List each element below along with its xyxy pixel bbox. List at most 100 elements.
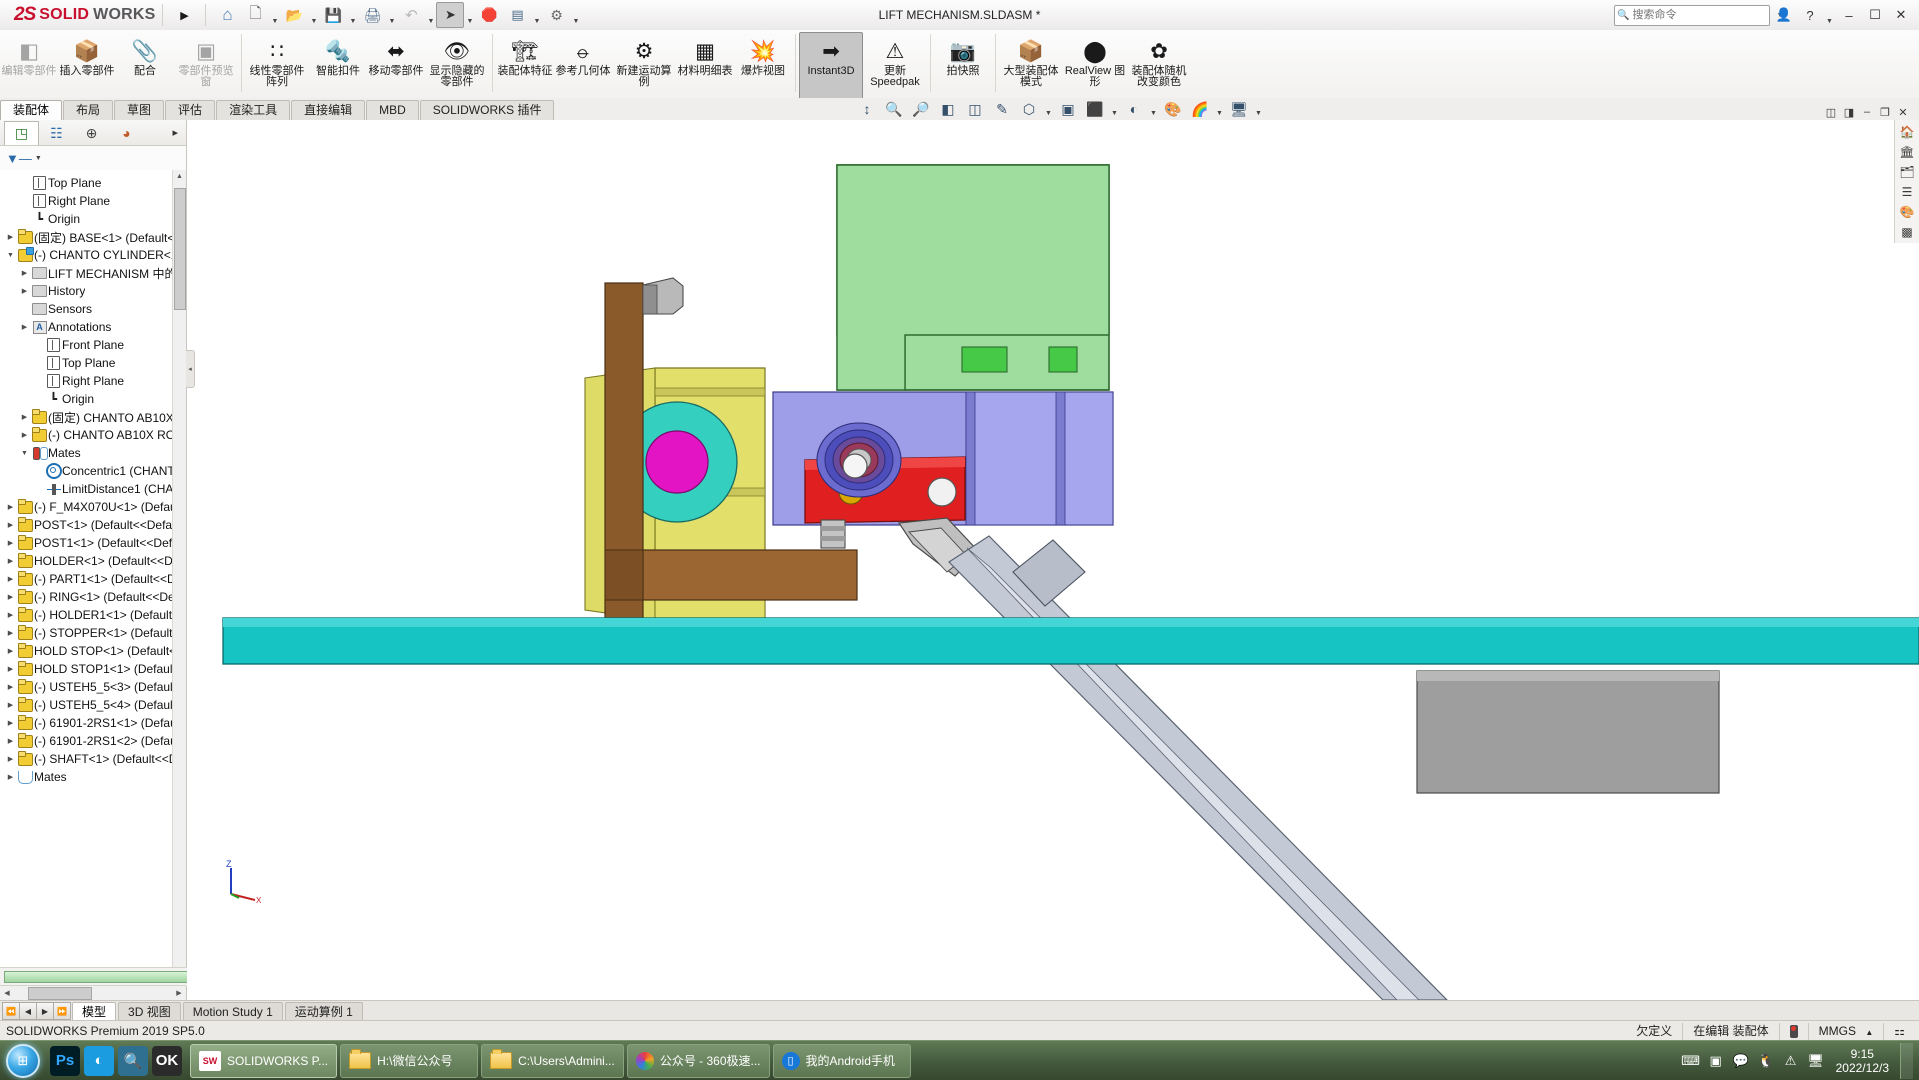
keyboard-layout-icon[interactable]: ⌨ [1681,1052,1700,1070]
display-manager-tab[interactable]: ◕ [109,121,144,145]
tree-node[interactable]: ▶ (固定) BASE<1> (Default<<[ [0,228,186,246]
taskbar-android-phone[interactable]: ▯ 我的Android手机 [772,1043,911,1078]
tree-node[interactable]: ▶ Mates [0,768,186,786]
display-monitor-dropdown[interactable]: ▼ [1254,97,1263,121]
tree-expand-arrow-icon[interactable]: ▶ [4,521,17,529]
undo-icon[interactable]: ↶ [397,2,425,28]
print-dropdown[interactable]: ▼ [386,1,397,30]
tree-node[interactable]: ▶ (-) CHANTO AB10X ROD [0,426,186,444]
warning-app-icon[interactable]: ⚠ [1782,1052,1800,1070]
network-icon[interactable]: 🖥 [1807,1052,1825,1070]
save-dropdown[interactable]: ▼ [347,1,358,30]
previous-view-icon[interactable]: 🔎 [909,98,933,120]
apply-scene-icon[interactable]: ⬛ [1083,98,1107,120]
doc-minimize-icon[interactable]: – [1859,104,1875,120]
tab-motion-study-1[interactable]: Motion Study 1 [182,1001,283,1021]
tab-3d-views[interactable]: 3D 视图 [118,1001,181,1021]
tab-sketch[interactable]: 草图 [114,100,165,120]
tree-expand-arrow-icon[interactable]: ▶ [4,665,17,673]
tree-expand-arrow-icon[interactable]: ▶ [4,755,17,763]
tree-node[interactable]: ▼ (-) CHANTO CYLINDER<1> [0,246,186,264]
print-icon[interactable]: 🖨 [358,2,386,28]
tree-split-bar[interactable] [0,967,194,986]
ribbon-button-exploded-view[interactable]: 💥 爆炸视图 [734,32,792,101]
ribbon-button-new-motion-study[interactable]: ⚙ 新建运动算例 [612,32,676,101]
taskbar-solidworks[interactable]: SW SOLIDWORKS P... [190,1043,338,1078]
tree-node[interactable]: ▶ (固定) CHANTO AB10X ( [0,408,186,426]
feature-tree-scroll-area[interactable]: Top Plane Right Plane ┗ Origin ▶ (固定) BASE<1>… [0,170,186,968]
tree-collapse-arrow-icon[interactable]: ▼ [4,252,17,259]
start-button[interactable]: ⊞ [0,1043,46,1079]
file-properties-dropdown[interactable]: ▼ [531,1,542,30]
magnifier-icon[interactable]: 🔍 [118,1045,148,1076]
search-input[interactable] [1629,8,1777,22]
ribbon-button-mate[interactable]: 📎 配合 [116,32,174,101]
taskbar-explorer-users[interactable]: C:\Users\Admini... [481,1043,624,1078]
units-caret-icon[interactable]: ▲ [1865,1028,1873,1037]
tile-pane-icon[interactable]: ◨ [1841,104,1857,120]
panel-expand-arrow-icon[interactable]: ▸ [172,126,186,139]
tree-node[interactable]: Top Plane [0,354,186,372]
tree-node[interactable]: ▶ (-) STOPPER<1> (Default<< [0,624,186,642]
units-selector[interactable]: MMGS ▲ [1807,1022,1884,1040]
view-settings-icon[interactable]: ◐ [1122,98,1146,120]
ribbon-button-update-speedpak[interactable]: ⚠ 更新 Speedpak [863,32,927,101]
tree-expand-arrow-icon[interactable]: ▶ [4,233,17,241]
display-style-icon[interactable]: ✎ [990,98,1014,120]
tree-collapse-arrow-icon[interactable]: ▼ [18,450,31,457]
zoom-to-area-icon[interactable]: 🔍 [882,98,906,120]
qq-icon[interactable]: 🐧 [1757,1052,1775,1070]
ribbon-button-smart-fasteners[interactable]: 🔩 智能扣件 [309,32,367,101]
hide-show-items-icon[interactable]: ⬡ [1017,98,1041,120]
split-handle[interactable] [4,971,190,983]
tree-expand-arrow-icon[interactable]: ▶ [4,647,17,655]
tab-direct-edit[interactable]: 直接编辑 [291,100,366,120]
tree-node[interactable]: ┗ Origin [0,390,186,408]
menu-expand-arrow-icon[interactable]: ▶ [170,2,198,28]
show-desktop-button[interactable] [1900,1042,1913,1079]
tree-node[interactable]: ▼ Mates [0,444,186,462]
tree-expand-arrow-icon[interactable]: ▶ [4,575,17,583]
ribbon-button-instant3d[interactable]: ➡ Instant3D [799,32,863,101]
custom-properties-icon[interactable]: ▩ [1897,223,1917,241]
doc-restore-icon[interactable]: ❐ [1877,104,1893,120]
ribbon-button-insert-components[interactable]: 📦 插入零部件 [58,32,116,101]
panel-resize-grip[interactable]: ◂ [186,350,195,388]
new-document-dropdown[interactable]: ▼ [269,1,280,30]
configuration-manager-tab[interactable]: ⊕ [74,121,109,145]
tree-expand-arrow-icon[interactable]: ▶ [18,323,31,331]
tree-node[interactable]: ▶ HOLD STOP1<1> (Default< [0,660,186,678]
maximize-button[interactable]: ☐ [1863,4,1887,26]
tree-node[interactable]: Front Plane [0,336,186,354]
rebuild-icon[interactable]: 🛑 [475,2,503,28]
tree-vertical-scrollbar[interactable]: ▲ [172,170,186,968]
doc-close-icon[interactable]: ✕ [1895,104,1911,120]
section-view-icon[interactable]: ◧ [936,98,960,120]
tree-node[interactable]: ▶ HOLD STOP<1> (Default<< [0,642,186,660]
tree-node[interactable]: ▶ POST<1> (Default<<Defaul [0,516,186,534]
property-manager-tab[interactable]: ☷ [39,121,74,145]
tree-node[interactable]: ▶ (-) HOLDER1<1> (Default< [0,606,186,624]
tab-layout[interactable]: 布局 [63,100,114,120]
tree-expand-arrow-icon[interactable]: ▶ [18,269,31,277]
hscroll-left-arrow-icon[interactable]: ◀ [0,989,14,997]
view-home-icon[interactable]: 🏠 [1897,123,1917,141]
ribbon-button-bill-of-materials[interactable]: ▦ 材料明细表 [676,32,734,101]
scene-icon[interactable]: 🌈 [1188,98,1212,120]
tab-render-tools[interactable]: 渲染工具 [216,100,291,120]
tray-expand-icon[interactable]: ▣ [1707,1052,1725,1070]
zoom-to-fit-icon[interactable]: ↕ [855,98,879,120]
hscroll-right-arrow-icon[interactable]: ▶ [172,989,186,997]
wechat-icon[interactable]: 💬 [1732,1052,1750,1070]
new-document-icon[interactable]: 🗋 [241,2,269,28]
tab-mbd[interactable]: MBD [366,100,419,120]
undo-dropdown[interactable]: ▼ [425,1,436,30]
home-icon[interactable]: ⌂ [213,2,241,28]
first-tab-icon[interactable]: ⏪ [2,1002,20,1020]
open-folder-icon[interactable]: 📂 [280,2,308,28]
tree-expand-arrow-icon[interactable]: ▶ [4,593,17,601]
tree-node[interactable]: Top Plane [0,174,186,192]
scroll-up-arrow-icon[interactable]: ▲ [173,170,186,183]
tab-evaluate[interactable]: 评估 [165,100,216,120]
select-cursor-icon[interactable]: ➤ [436,2,465,28]
